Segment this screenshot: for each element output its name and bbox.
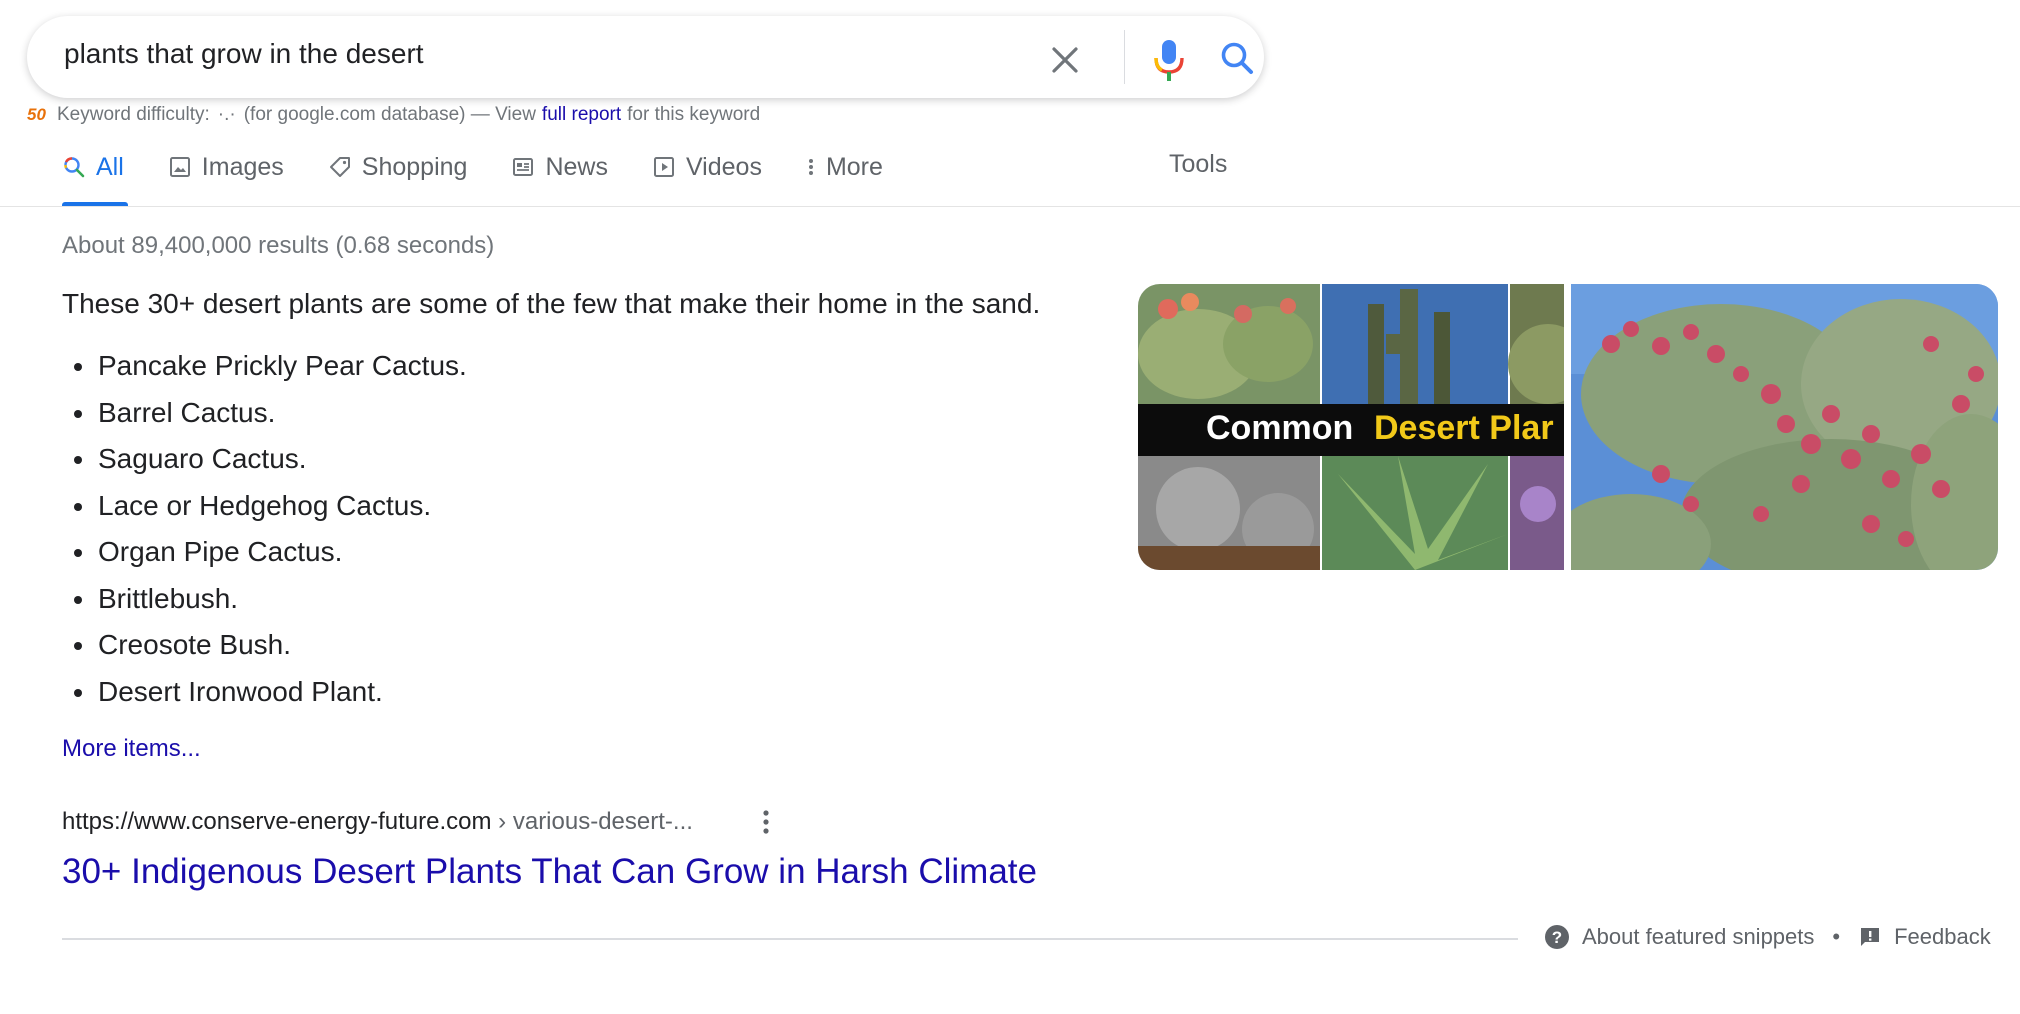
snippet-heading: These 30+ desert plants are some of the … — [62, 288, 1041, 319]
svg-text:?: ? — [1552, 928, 1562, 947]
result-stats: About 89,400,000 results (0.68 seconds) — [62, 232, 495, 259]
tab-label: Videos — [685, 152, 762, 181]
about-featured-snippets-button[interactable]: ? About featured snippets — [1544, 924, 1814, 950]
search-box-divider — [1124, 30, 1125, 84]
search-icon[interactable] — [1213, 34, 1263, 84]
keyword-suffix: for this keyword — [627, 104, 761, 125]
clear-icon[interactable] — [1043, 38, 1087, 82]
list-item: Lace or Hedgehog Cactus. — [62, 483, 467, 530]
feedback-button[interactable]: Feedback — [1858, 924, 1991, 950]
tab-images[interactable]: Images — [168, 150, 284, 184]
list-item: Saguaro Cactus. — [62, 436, 467, 483]
tab-label: All — [96, 152, 124, 181]
database-note: (for google.com database) — View — [243, 104, 536, 125]
feedback-icon — [1861, 928, 1880, 946]
list-item: Organ Pipe Cactus. — [62, 529, 467, 576]
search-tabs: All Images Shopping News Videos More — [62, 150, 927, 206]
snippet-list: Pancake Prickly Pear Cactus. Barrel Cact… — [62, 343, 467, 715]
more-items-link[interactable]: More items... — [62, 735, 201, 763]
feedback-label: Feedback — [1894, 924, 1991, 949]
more-options-icon[interactable] — [756, 806, 776, 838]
tab-label: Shopping — [361, 152, 468, 181]
seo-extension-logo-icon: 50 — [27, 105, 46, 124]
about-featured-snippets-label: About featured snippets — [1582, 924, 1815, 949]
tab-label: Images — [201, 152, 284, 181]
image-caption-white: Common — [1206, 409, 1353, 447]
tab-shopping[interactable]: Shopping — [328, 150, 468, 184]
tab-videos[interactable]: Videos — [652, 150, 762, 184]
list-item: Desert Ironwood Plant. — [62, 669, 467, 716]
microphone-icon[interactable] — [1147, 34, 1191, 84]
footer-separator: • — [1832, 924, 1841, 949]
tab-news[interactable]: News — [511, 150, 608, 184]
list-item: Creosote Bush. — [62, 622, 467, 669]
play-icon — [653, 157, 674, 177]
news-icon — [513, 158, 534, 176]
image-icon — [169, 157, 190, 177]
result-url[interactable]: https://www.conserve-energy-future.com ›… — [62, 808, 693, 836]
tab-all[interactable]: All — [62, 150, 124, 184]
snippet-footer: ? About featured snippets • Feedback — [1544, 924, 1991, 950]
search-input[interactable]: plants that grow in the desert — [64, 38, 424, 70]
search-box[interactable]: plants that grow in the desert — [27, 16, 1264, 98]
keyword-difficulty-value: ·.· — [217, 104, 236, 125]
tabs-divider — [0, 206, 2020, 207]
keyword-difficulty-bar: 50 Keyword difficulty: ·.· (for google.c… — [27, 104, 760, 126]
result-title-link[interactable]: 30+ Indigenous Desert Plants That Can Gr… — [62, 852, 1037, 892]
keyword-difficulty-label: Keyword difficulty: — [57, 104, 210, 125]
tools-button[interactable]: Tools — [1169, 150, 1227, 179]
snippet-image-collage[interactable]: Common Desert Plar — [1138, 284, 1564, 570]
list-item: Barrel Cactus. — [62, 390, 467, 437]
snippet-divider — [62, 938, 1518, 940]
more-vert-icon — [808, 159, 813, 175]
full-report-link[interactable]: full report — [542, 104, 621, 126]
result-url-path: › various-desert-... — [491, 808, 693, 835]
search-icon — [64, 157, 85, 178]
list-item: Pancake Prickly Pear Cactus. — [62, 343, 467, 390]
help-icon: ? — [1545, 925, 1569, 949]
tab-label: News — [545, 152, 608, 181]
image-caption-yellow: Desert Plar — [1374, 409, 1554, 447]
tag-icon — [329, 157, 350, 177]
result-url-domain: https://www.conserve-energy-future.com — [62, 808, 492, 835]
snippet-image-prickly-pear[interactable] — [1571, 284, 1998, 570]
tab-label: More — [825, 152, 883, 181]
list-item: Brittlebush. — [62, 576, 467, 623]
tab-more[interactable]: More — [806, 150, 883, 184]
